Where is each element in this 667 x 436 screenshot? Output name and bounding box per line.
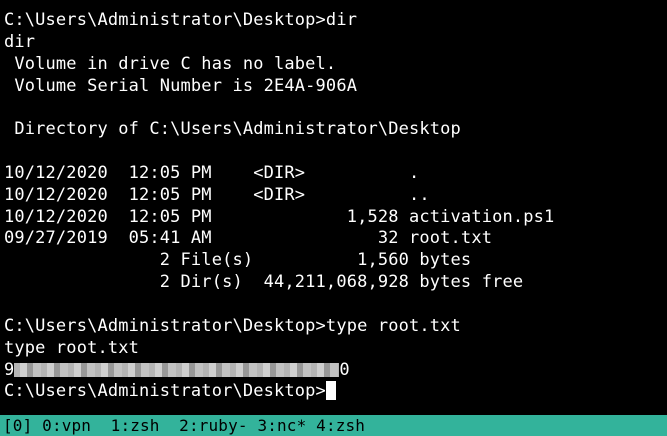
prompt-line[interactable]: C:\Users\Administrator\Desktop> [4,381,667,403]
terminal-pane[interactable]: C:\Users\Administrator\Desktop>dir dir V… [4,10,667,414]
terminal-line: C:\Users\Administrator\Desktop>dir [4,10,358,30]
terminal-line: type root.txt [4,337,140,358]
tmux-window-nc-active[interactable]: 3:nc* [257,416,306,435]
terminal-line: C:\Users\Administrator\Desktop>type root… [4,315,461,336]
terminal-window[interactable]: C:\Users\Administrator\Desktop>dir dir V… [0,0,667,436]
terminal-line: Directory of C:\Users\Administrator\Desk… [4,119,461,140]
redacted-flag-line: 90 [4,360,667,382]
flag-suffix: 0 [339,359,350,380]
tmux-session-label: [0] [3,416,33,435]
terminal-line: Volume in drive C has no label. [4,53,337,74]
tmux-window-zsh[interactable]: 1:zsh [111,416,160,435]
command-prompt: C:\Users\Administrator\Desktop> [4,381,326,402]
terminal-line: 09/27/2019 05:41 AM 32 root.txt [4,228,493,249]
tmux-window-zsh-2[interactable]: 4:zsh [316,416,365,435]
terminal-line: 2 File(s) 1,560 bytes [4,250,472,271]
terminal-line: 10/12/2020 12:05 PM 1,528 activation.ps1 [4,206,555,227]
terminal-line: 10/12/2020 12:05 PM <DIR> . [4,162,420,183]
tmux-window-ruby[interactable]: 2:ruby- [179,416,247,435]
terminal-line: 2 Dir(s) 44,211,068,928 bytes free [4,272,524,293]
redacted-flag-blur [14,362,340,377]
terminal-line: 10/12/2020 12:05 PM <DIR> .. [4,184,430,205]
terminal-line: Volume Serial Number is 2E4A-906A [4,75,358,96]
tmux-status-bar: [0] 0:vpn 1:zsh 2:ruby- 3:nc* 4:zsh [0,415,667,436]
terminal-line: dir [4,31,36,52]
tmux-window-vpn[interactable]: 0:vpn [42,416,91,435]
text-cursor [325,381,336,401]
flag-prefix: 9 [4,359,15,380]
